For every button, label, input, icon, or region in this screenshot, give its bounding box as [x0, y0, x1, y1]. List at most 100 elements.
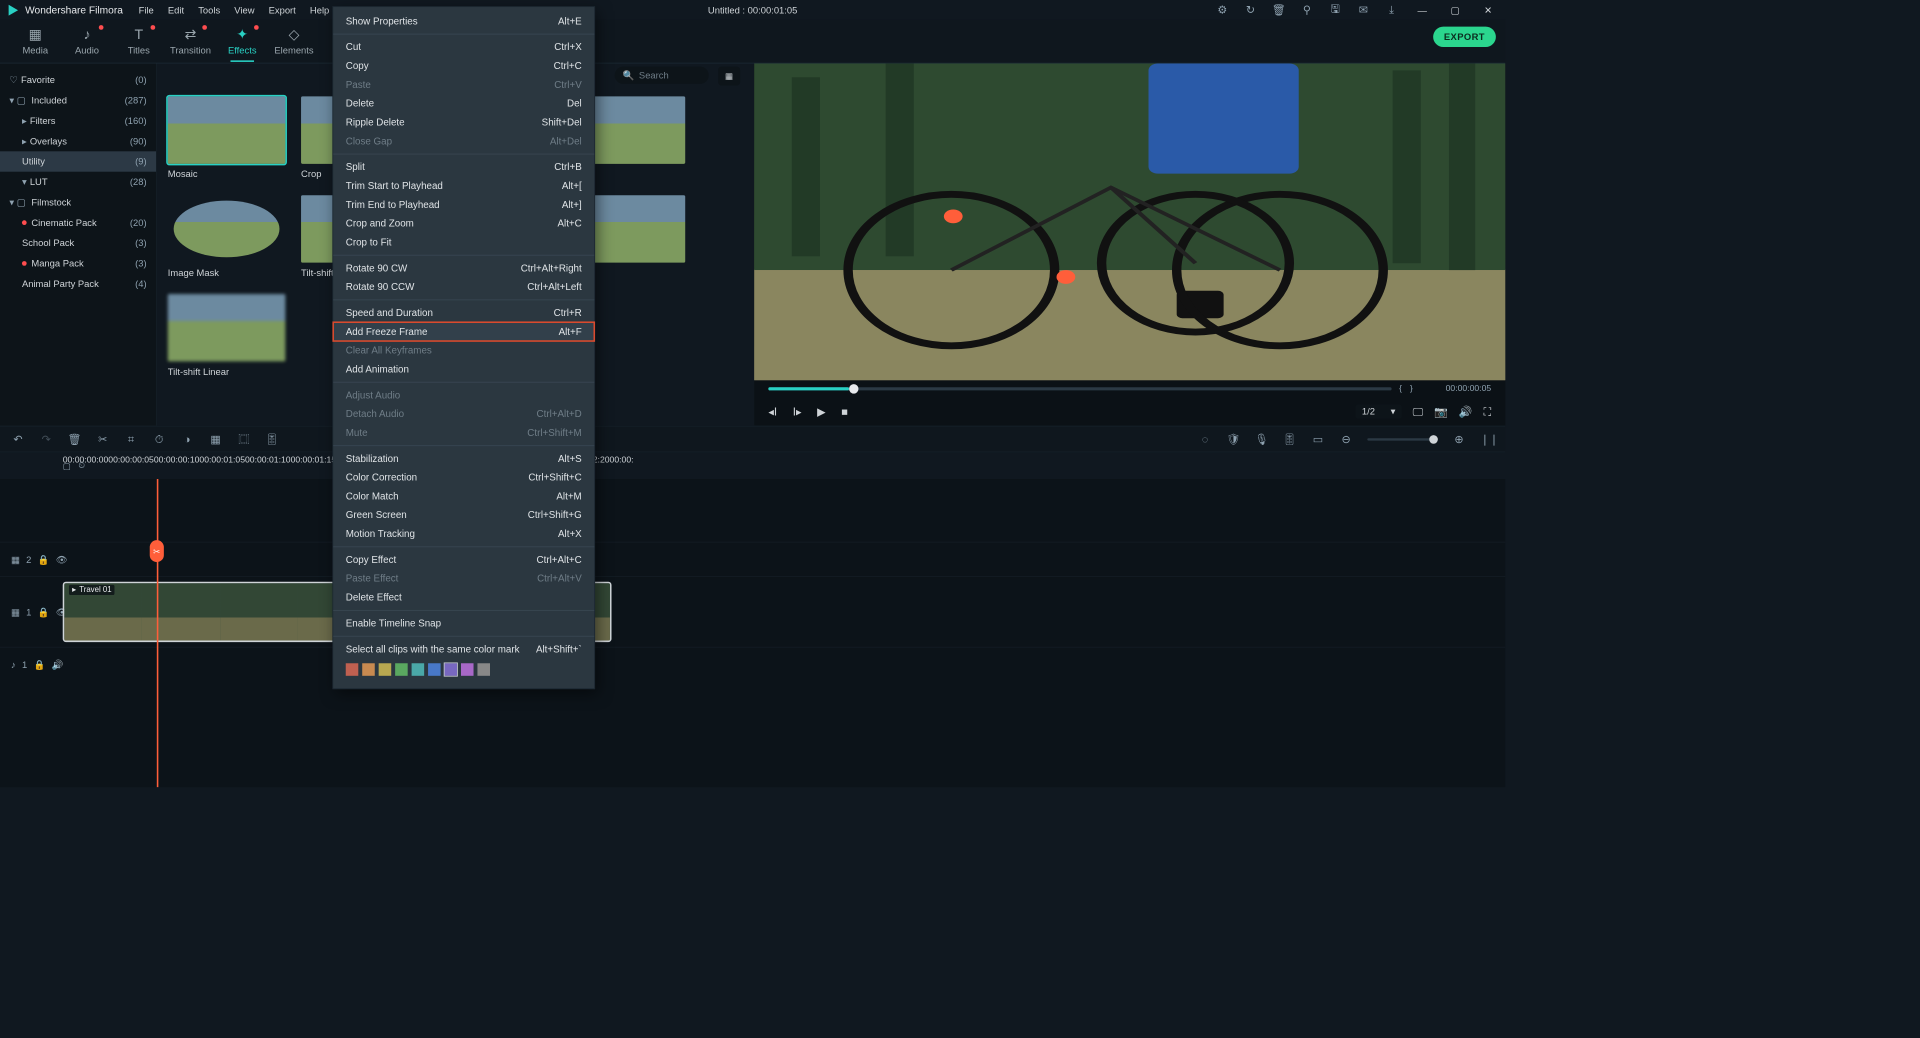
download-icon[interactable]: ⤓: [1383, 3, 1400, 16]
color-swatch[interactable]: [412, 663, 425, 676]
menu-edit[interactable]: Edit: [168, 4, 184, 15]
effect-thumb-imagemask[interactable]: Image Mask: [168, 195, 293, 278]
tab-media[interactable]: ▦Media: [9, 27, 61, 56]
zoom-knob[interactable]: [1429, 435, 1438, 444]
ctx-add-animation[interactable]: Add Animation: [333, 360, 594, 379]
ctx-copy-effect[interactable]: Copy EffectCtrl+Alt+C: [333, 550, 594, 569]
color-swatch[interactable]: [477, 663, 490, 676]
ctx-cut[interactable]: CutCtrl+X: [333, 38, 594, 57]
prev-frame-button[interactable]: ◂Ⅰ: [768, 405, 777, 418]
sidebar-item-cinematic[interactable]: Cinematic Pack (20): [0, 212, 156, 232]
voiceover-icon[interactable]: 🎙: [1254, 432, 1268, 445]
ctx-rotate-ccw[interactable]: Rotate 90 CCWCtrl+Alt+Left: [333, 278, 594, 297]
tab-audio[interactable]: ♪Audio: [61, 27, 113, 56]
sidebar-item-school[interactable]: School Pack (3): [0, 233, 156, 253]
gear-icon[interactable]: ⚙: [1214, 3, 1231, 16]
zoom-slider[interactable]: [1367, 438, 1438, 440]
track-video2[interactable]: ▦2 🔒 👁: [0, 542, 1505, 576]
ctx-add-freeze-frame[interactable]: Add Freeze FrameAlt+F: [333, 322, 594, 341]
ctx-show-properties[interactable]: Show PropertiesAlt+E: [333, 12, 594, 31]
zoom-fit-button[interactable]: ❘❘: [1480, 432, 1494, 445]
menu-export[interactable]: Export: [269, 4, 296, 15]
ctx-trim-start[interactable]: Trim Start to PlayheadAlt+[: [333, 176, 594, 195]
mark-in-brace[interactable]: {: [1399, 384, 1402, 393]
video-preview[interactable]: [754, 64, 1505, 381]
ctx-speed-duration[interactable]: Speed and DurationCtrl+R: [333, 303, 594, 322]
tab-effects[interactable]: ✦Effects: [216, 27, 268, 56]
scrub-knob[interactable]: [849, 384, 858, 393]
redo-button[interactable]: ↷: [39, 432, 53, 445]
quality-select[interactable]: 1/2▾: [1356, 405, 1402, 419]
ctx-trim-end[interactable]: Trim End to PlayheadAlt+]: [333, 195, 594, 214]
focus-button[interactable]: ⿴: [237, 431, 251, 447]
track-video1[interactable]: ▦1 🔒 👁 ▸Travel 01: [0, 576, 1505, 647]
tab-elements[interactable]: ◇Elements: [268, 27, 320, 56]
tab-transition[interactable]: ⇄Transition: [165, 27, 217, 56]
search-input[interactable]: 🔍 Search: [615, 67, 709, 84]
ctx-color-correction[interactable]: Color CorrectionCtrl+Shift+C: [333, 468, 594, 487]
stop-button[interactable]: ■: [841, 405, 848, 418]
green-screen-button[interactable]: ▦: [209, 432, 223, 445]
ctx-delete[interactable]: DeleteDel: [333, 94, 594, 113]
color-swatch[interactable]: [445, 663, 458, 676]
menu-tools[interactable]: Tools: [198, 4, 220, 15]
sidebar-item-favorite[interactable]: ♡Favorite (0): [0, 70, 156, 90]
trash-icon[interactable]: 🗑: [1270, 3, 1287, 16]
crop-button[interactable]: ⌗: [124, 432, 138, 445]
adjust-button[interactable]: 🎚: [265, 432, 279, 445]
maximize-button[interactable]: ▢: [1444, 4, 1466, 15]
render-preview-icon[interactable]: ▭: [1311, 432, 1325, 445]
ctx-motion-tracking[interactable]: Motion TrackingAlt+X: [333, 524, 594, 543]
next-frame-button[interactable]: Ⅰ▸: [793, 405, 802, 418]
ctx-color-match[interactable]: Color MatchAlt+M: [333, 487, 594, 506]
effect-thumb-mosaic[interactable]: Mosaic: [168, 96, 293, 179]
color-swatch[interactable]: [379, 663, 392, 676]
sidebar-item-filmstock[interactable]: ▾ ▢ Filmstock: [0, 192, 156, 212]
lock-icon[interactable]: 🔒: [38, 606, 50, 617]
playhead-line[interactable]: [157, 479, 159, 787]
snapshot-icon[interactable]: 📷: [1434, 405, 1448, 418]
zoom-out-button[interactable]: ⊖: [1339, 432, 1353, 445]
scrub-track[interactable]: [768, 387, 1391, 390]
play-button[interactable]: ▶: [817, 405, 825, 418]
volume-icon[interactable]: 🔊: [1459, 405, 1473, 418]
menu-view[interactable]: View: [234, 4, 254, 15]
timeline-opt1-icon[interactable]: ◌: [1198, 433, 1212, 446]
ctx-split[interactable]: SplitCtrl+B: [333, 158, 594, 177]
speed-button[interactable]: ⏱: [152, 432, 166, 445]
lock-icon[interactable]: 🔒: [33, 659, 45, 670]
color-button[interactable]: ◑: [180, 433, 194, 446]
ctx-copy[interactable]: CopyCtrl+C: [333, 56, 594, 75]
ctx-delete-effect[interactable]: Delete Effect: [333, 588, 594, 607]
undo-button[interactable]: ↶: [11, 432, 25, 445]
display-monitor-icon[interactable]: 🖵: [1413, 405, 1424, 418]
sidebar-item-included[interactable]: ▾ ▢ Included (287): [0, 90, 156, 110]
ctx-stabilization[interactable]: StabilizationAlt+S: [333, 449, 594, 468]
close-button[interactable]: ✕: [1477, 4, 1499, 15]
ctx-rotate-cw[interactable]: Rotate 90 CWCtrl+Alt+Right: [333, 259, 594, 278]
sidebar-item-overlays[interactable]: ▸Overlays (90): [0, 131, 156, 151]
marker-icon[interactable]: 🛡: [1226, 432, 1240, 445]
minimize-button[interactable]: —: [1411, 4, 1433, 15]
refresh-icon[interactable]: ↻: [1242, 3, 1259, 16]
split-button[interactable]: ✂: [96, 432, 110, 445]
ctx-ripple-delete[interactable]: Ripple DeleteShift+Del: [333, 113, 594, 132]
ctx-enable-snap[interactable]: Enable Timeline Snap: [333, 614, 594, 633]
sidebar-item-filters[interactable]: ▸Filters (160): [0, 111, 156, 131]
menu-file[interactable]: File: [139, 4, 154, 15]
export-button[interactable]: EXPORT: [1433, 27, 1496, 47]
tab-titles[interactable]: TTitles: [113, 27, 165, 56]
color-swatch[interactable]: [395, 663, 408, 676]
volume-icon[interactable]: 🔊: [51, 659, 63, 670]
grid-view-button[interactable]: ▦: [718, 67, 740, 86]
message-icon[interactable]: ✉: [1355, 3, 1372, 16]
user-icon[interactable]: ⚲: [1298, 3, 1315, 16]
effect-thumb-tiltshiftlinear[interactable]: Tilt-shift Linear: [168, 294, 293, 377]
zoom-in-button[interactable]: ⊕: [1452, 432, 1466, 445]
ctx-crop-zoom[interactable]: Crop and ZoomAlt+C: [333, 214, 594, 233]
mark-out-brace[interactable]: }: [1410, 384, 1413, 393]
ctx-crop-fit[interactable]: Crop to Fit: [333, 233, 594, 252]
playhead-handle[interactable]: ✂: [150, 540, 164, 562]
ctx-select-same-color[interactable]: Select all clips with the same color mar…: [333, 640, 594, 659]
fullscreen-icon[interactable]: ⛶: [1483, 405, 1491, 418]
